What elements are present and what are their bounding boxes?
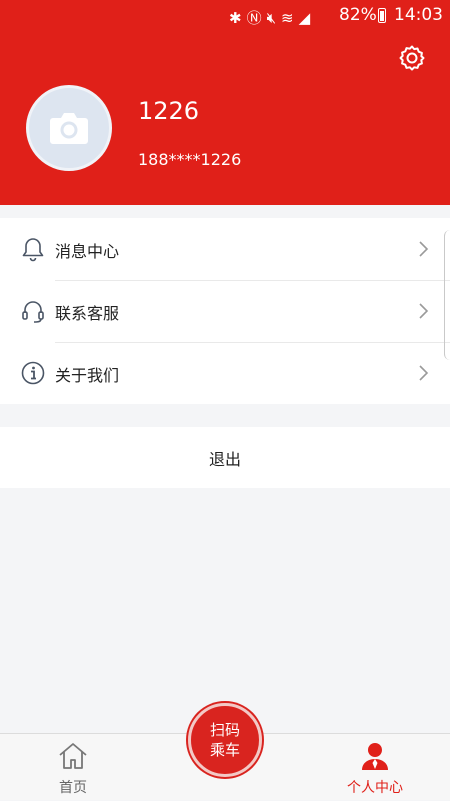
chevron-right-icon bbox=[419, 303, 429, 319]
menu-item-label: 联系客服 bbox=[55, 304, 120, 323]
menu-item-message-center[interactable]: 消息中心 bbox=[0, 218, 450, 280]
wifi-icon: ≋ bbox=[281, 8, 294, 27]
bell-icon bbox=[22, 238, 44, 262]
scan-ride-line1: 扫码 bbox=[209, 721, 240, 739]
battery-percent: 82% bbox=[339, 5, 377, 25]
bluetooth-icon: ✱ bbox=[229, 8, 242, 27]
home-icon bbox=[59, 743, 87, 769]
settings-gear-icon[interactable] bbox=[398, 44, 426, 72]
logout-button[interactable]: 退出 bbox=[0, 427, 450, 488]
edge-handle[interactable] bbox=[444, 230, 450, 360]
scan-ride-line2: 乘车 bbox=[209, 741, 240, 759]
scan-ride-button[interactable]: 扫码 乘车 bbox=[188, 703, 262, 777]
menu-item-about-us[interactable]: 关于我们 bbox=[0, 342, 450, 404]
mute-icon: 🔇︎ bbox=[266, 8, 277, 27]
info-icon bbox=[21, 361, 45, 385]
phone-number: 188****1226 bbox=[138, 150, 242, 169]
chevron-right-icon bbox=[419, 365, 429, 381]
tab-home-label: 首页 bbox=[59, 780, 87, 796]
menu-item-label: 关于我们 bbox=[55, 366, 120, 385]
camera-icon bbox=[50, 113, 88, 144]
chevron-right-icon bbox=[419, 241, 429, 257]
menu-item-customer-service[interactable]: 联系客服 bbox=[0, 280, 450, 342]
username: 1226 bbox=[138, 97, 200, 125]
headset-icon bbox=[22, 301, 44, 323]
status-bar: ✱ Ⓝ 🔇︎ ≋ ◢ 82% 14:03 bbox=[0, 0, 450, 32]
menu-list: 消息中心 联系客服 关于我们 bbox=[0, 218, 450, 404]
battery-icon bbox=[378, 8, 386, 23]
logout-label: 退出 bbox=[208, 449, 241, 469]
status-icons: ✱ Ⓝ 🔇︎ ≋ ◢ bbox=[229, 7, 310, 28]
profile-header: ✱ Ⓝ 🔇︎ ≋ ◢ 82% 14:03 1226 188****1226 bbox=[0, 0, 450, 205]
status-time: 14:03 bbox=[394, 5, 443, 25]
tab-profile-label: 个人中心 bbox=[347, 780, 403, 796]
nfc-icon: Ⓝ bbox=[246, 9, 262, 27]
menu-item-label: 消息中心 bbox=[55, 242, 120, 261]
tab-profile[interactable]: 个人中心 bbox=[315, 734, 435, 801]
avatar[interactable] bbox=[26, 85, 112, 171]
signal-icon: ◢ bbox=[298, 8, 311, 27]
tab-home[interactable]: 首页 bbox=[13, 734, 133, 801]
person-icon bbox=[362, 743, 388, 770]
